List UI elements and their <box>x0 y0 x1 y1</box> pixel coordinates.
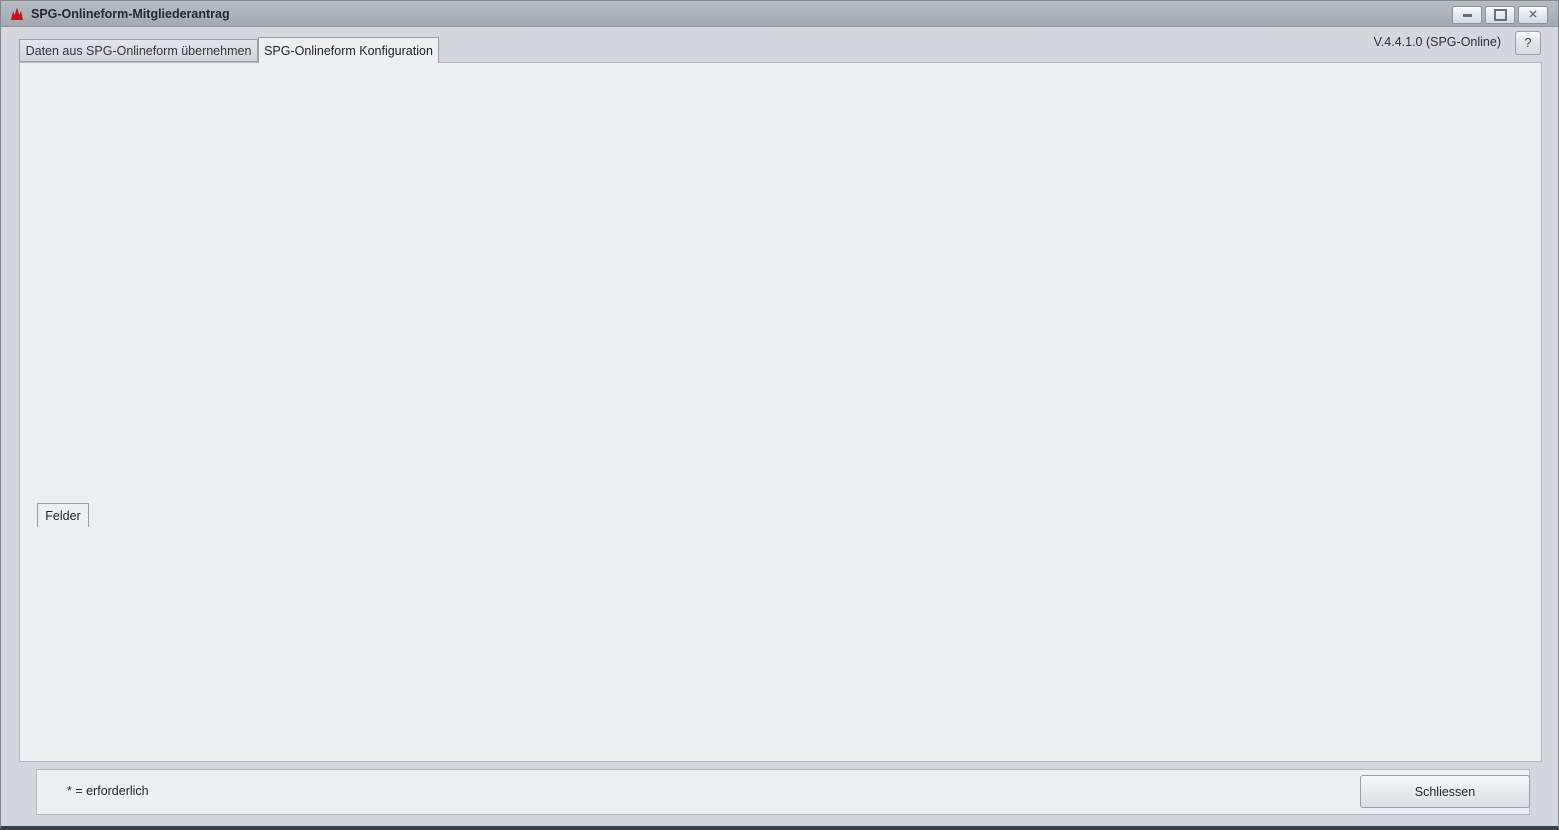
required-note: * = erforderlich <box>67 784 149 798</box>
close-button[interactable] <box>1518 6 1548 24</box>
app-icon <box>9 6 25 22</box>
maximize-icon <box>1494 9 1507 21</box>
version-label: V.4.4.1.0 (SPG-Online) <box>1331 35 1501 49</box>
maximize-button[interactable] <box>1485 6 1515 24</box>
help-button[interactable]: ? <box>1515 31 1541 55</box>
footer-panel: * = erforderlich Schliessen <box>36 769 1530 815</box>
schliessen-button[interactable]: Schliessen <box>1360 775 1530 808</box>
tab-konfiguration[interactable]: SPG-Onlineform Konfiguration <box>258 37 439 63</box>
close-icon <box>1528 10 1537 21</box>
tab-page <box>19 62 1542 762</box>
application-window: SPG-Onlineform-Mitgliederantrag V.4.4.1.… <box>0 0 1559 830</box>
title-bar: SPG-Onlineform-Mitgliederantrag <box>1 1 1558 27</box>
subtab-felder[interactable]: Felder <box>37 503 89 527</box>
tab-daten-uebernehmen[interactable]: Daten aus SPG-Onlineform übernehmen <box>19 39 258 62</box>
minimize-button[interactable] <box>1452 6 1482 24</box>
window-title: SPG-Onlineform-Mitgliederantrag <box>31 7 230 21</box>
minimize-icon <box>1463 14 1472 17</box>
